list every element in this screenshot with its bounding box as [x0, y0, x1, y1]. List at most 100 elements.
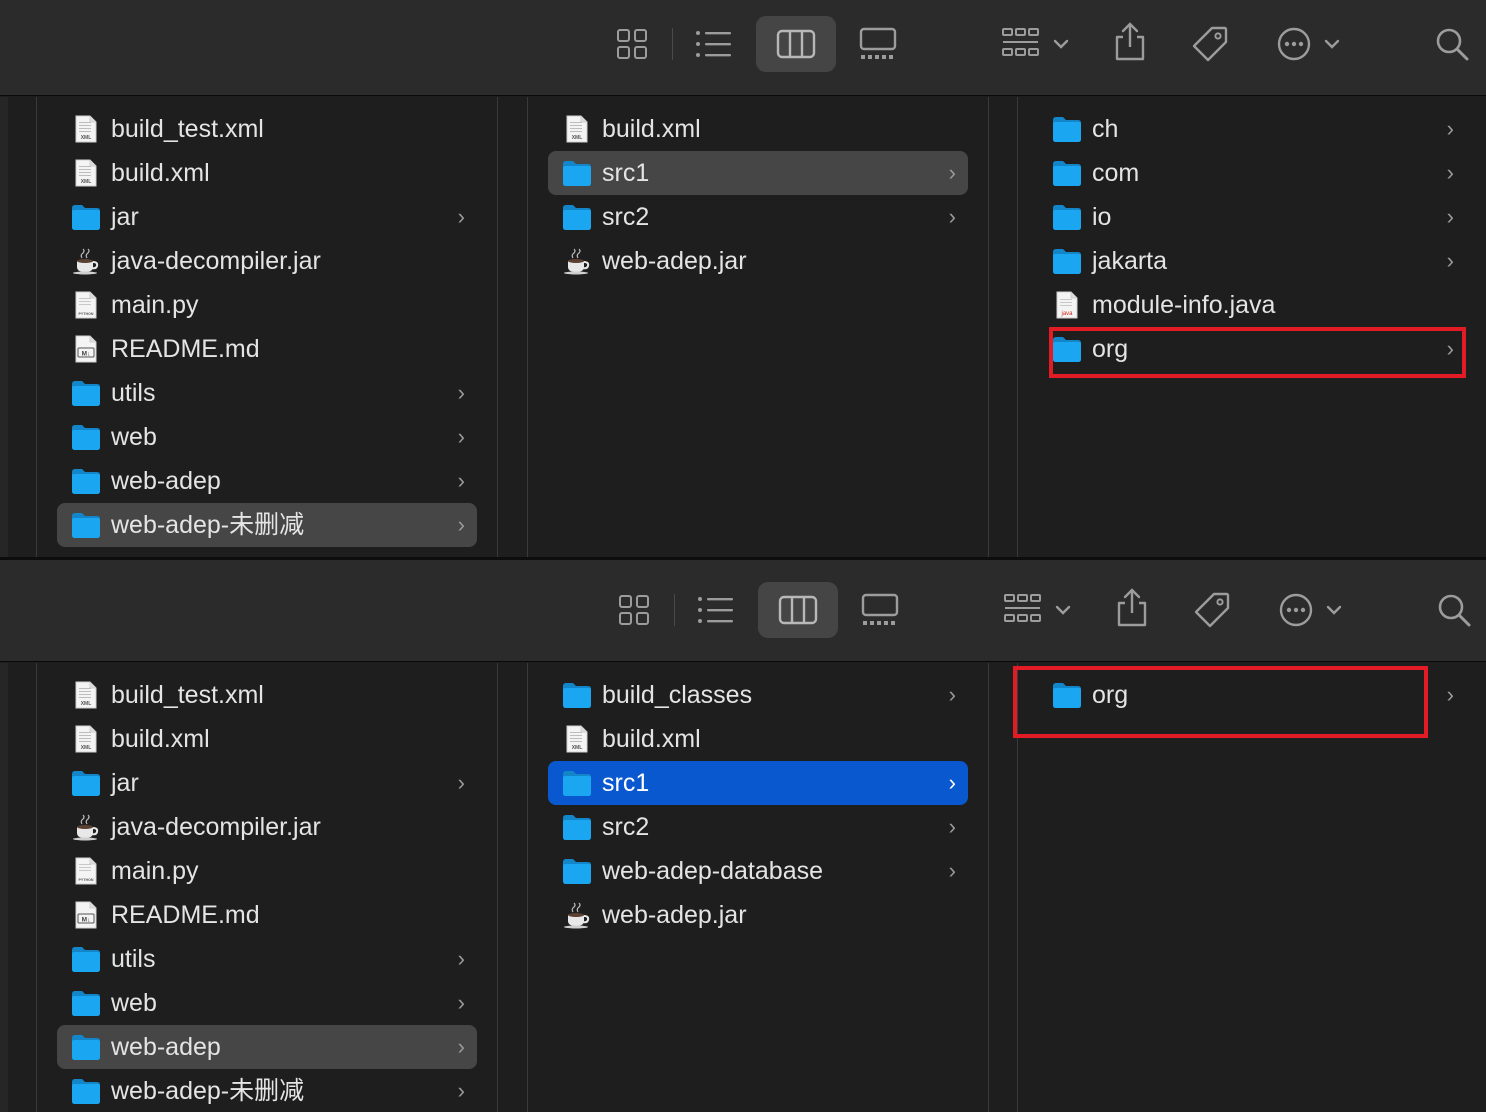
item-label: utils [111, 945, 156, 973]
tag-icon [1194, 592, 1230, 628]
item-label: main.py [111, 291, 199, 319]
folder-row[interactable]: src1 › [548, 761, 968, 805]
chevron-right-icon: › [457, 424, 465, 449]
file-row[interactable]: XML build.xml [57, 717, 477, 761]
group-icon [1002, 28, 1039, 56]
svg-text:XML: XML [572, 135, 583, 141]
folder-icon [71, 511, 101, 539]
chevron-right-icon: › [457, 468, 465, 493]
folder-row[interactable]: src2 › [548, 805, 968, 849]
folder-row[interactable]: src1 › [548, 151, 968, 195]
folder-row[interactable]: web-adep-未删减 › [57, 503, 477, 547]
file-row[interactable]: XML build_test.xml [57, 673, 477, 717]
file-row[interactable]: PYTHON main.py [57, 849, 477, 893]
item-label: build.xml [111, 159, 210, 187]
folder-row[interactable]: ch › [1038, 107, 1466, 151]
gallery-icon [859, 27, 897, 59]
item-label: web-adep [111, 1033, 221, 1061]
folder-icon [71, 1077, 101, 1105]
svg-text:PYTHON: PYTHON [79, 878, 94, 882]
folder-row[interactable]: jakarta › [1038, 239, 1466, 283]
svg-text:java: java [1060, 311, 1073, 317]
sidebar-edge [0, 97, 8, 558]
chevron-right-icon: › [948, 204, 956, 229]
list-view-button[interactable] [692, 24, 736, 64]
chevron-right-icon: › [948, 682, 956, 707]
search-button[interactable] [1432, 24, 1472, 64]
group-by-button[interactable] [998, 24, 1074, 64]
gallery-view-button[interactable] [858, 590, 902, 630]
item-label: com [1092, 159, 1140, 187]
toolbar-divider [672, 28, 673, 60]
file-row[interactable]: web-adep.jar [548, 239, 968, 283]
item-label: module-info.java [1092, 291, 1276, 319]
markdown-file-icon: M↓ [71, 901, 101, 929]
folder-row[interactable]: org › [1038, 327, 1466, 371]
folder-row[interactable]: web-adep-未删减 › [57, 1069, 477, 1112]
more-actions-button[interactable] [1276, 590, 1346, 630]
file-row[interactable]: M↓ README.md [57, 327, 477, 371]
more-actions-button[interactable] [1274, 24, 1344, 64]
folder-icon [562, 813, 592, 841]
folder-row[interactable]: web-adep-database › [548, 849, 968, 893]
search-button[interactable] [1434, 590, 1474, 630]
tag-button[interactable] [1190, 588, 1234, 632]
group-by-button[interactable] [1000, 590, 1076, 630]
share-button[interactable] [1112, 586, 1152, 630]
folder-row[interactable]: io › [1038, 195, 1466, 239]
folder-row[interactable]: utils › [57, 371, 477, 415]
file-row[interactable]: XML build.xml [57, 151, 477, 195]
list-view-button[interactable] [694, 590, 738, 630]
svg-text:XML: XML [81, 179, 92, 185]
group-icon [1004, 594, 1041, 622]
item-label: build_test.xml [111, 115, 264, 143]
folder-icon [562, 681, 592, 709]
file-row[interactable]: XML build_test.xml [57, 107, 477, 151]
file-row[interactable]: XML build.xml [548, 107, 968, 151]
item-label: java-decompiler.jar [111, 813, 321, 841]
xml-file-icon: XML [71, 725, 101, 753]
folder-row[interactable]: build_classes › [548, 673, 968, 717]
folder-row[interactable]: web › [57, 415, 477, 459]
columns-icon-wrap [776, 24, 816, 64]
file-row[interactable]: java module-info.java [1038, 283, 1466, 327]
toolbar [0, 0, 1486, 96]
file-row[interactable]: M↓ README.md [57, 893, 477, 937]
item-label: org [1092, 335, 1129, 363]
item-label: ch [1092, 115, 1119, 143]
folder-row[interactable]: utils › [57, 937, 477, 981]
folder-icon [562, 159, 592, 187]
column-divider [497, 97, 498, 558]
share-button[interactable] [1110, 20, 1150, 64]
file-row[interactable]: PYTHON main.py [57, 283, 477, 327]
file-row[interactable]: XML build.xml [548, 717, 968, 761]
chevron-down-icon [1053, 39, 1069, 49]
list-icon [696, 31, 731, 57]
chevron-right-icon: › [457, 380, 465, 405]
gallery-view-button[interactable] [856, 24, 900, 64]
folder-row[interactable]: jar › [57, 195, 477, 239]
xml-file-icon: XML [562, 725, 592, 753]
folder-row[interactable]: org › [1038, 673, 1466, 717]
folder-row[interactable]: jar › [57, 761, 477, 805]
folder-row[interactable]: web-adep › [57, 1025, 477, 1069]
item-label: web [111, 423, 157, 451]
item-label: web [111, 989, 157, 1017]
item-label: README.md [111, 335, 260, 363]
folder-row[interactable]: com › [1038, 151, 1466, 195]
file-row[interactable]: java-decompiler.jar [57, 805, 477, 849]
item-label: web-adep-database [602, 857, 823, 885]
folder-row[interactable]: src2 › [548, 195, 968, 239]
xml-file-icon: XML [71, 159, 101, 187]
folder-row[interactable]: web-adep › [57, 459, 477, 503]
icon-view-button[interactable] [614, 590, 654, 630]
item-label: web-adep [111, 467, 221, 495]
file-row[interactable]: web-adep.jar [548, 893, 968, 937]
file-row[interactable]: java-decompiler.jar [57, 239, 477, 283]
tag-button[interactable] [1188, 22, 1232, 66]
folder-icon [1052, 247, 1082, 275]
icon-view-button[interactable] [612, 24, 652, 64]
item-label: build.xml [111, 725, 210, 753]
folder-icon [562, 857, 592, 885]
folder-row[interactable]: web › [57, 981, 477, 1025]
